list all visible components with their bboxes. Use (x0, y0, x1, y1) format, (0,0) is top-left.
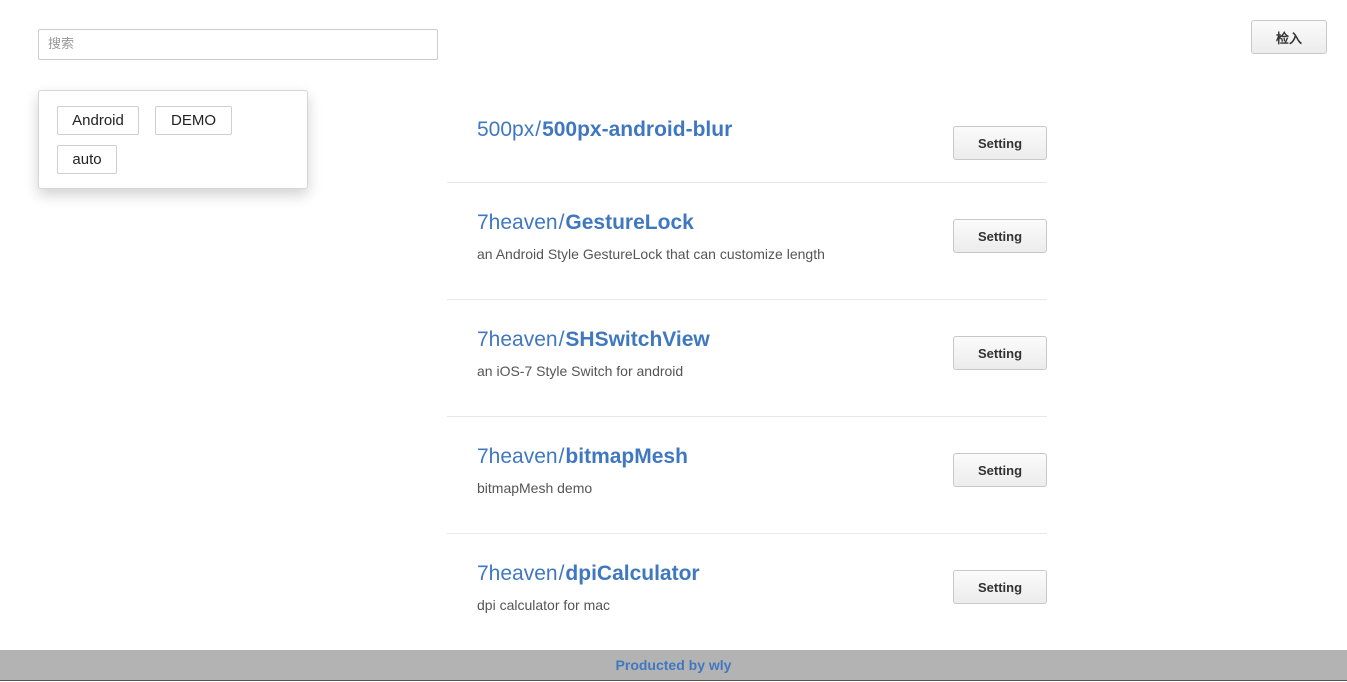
repo-owner: 7heaven (477, 211, 558, 234)
repo-description: bitmapMesh demo (477, 480, 593, 496)
repo-separator: / (558, 445, 565, 468)
repo-description: dpi calculator for mac (477, 597, 611, 613)
repo-item: 7heaven/GestureLock an Android Style Ges… (447, 183, 1047, 300)
setting-button[interactable]: Setting (953, 126, 1047, 160)
setting-button[interactable]: Setting (953, 336, 1047, 370)
tag-android[interactable]: Android (57, 106, 139, 135)
footer-text: Producted by wly (615, 657, 732, 673)
repo-separator: / (535, 118, 542, 141)
repo-name: dpiCalculator (565, 562, 700, 585)
repo-item: 7heaven/dpiCalculator dpi calculator for… (447, 534, 1047, 651)
repo-link[interactable]: 7heaven/dpiCalculator (477, 562, 700, 586)
repo-owner: 7heaven (477, 562, 558, 585)
setting-button[interactable]: Setting (953, 570, 1047, 604)
repo-description: an iOS-7 Style Switch for android (477, 363, 684, 379)
repo-item: 7heaven/SHSwitchView an iOS-7 Style Swit… (447, 300, 1047, 417)
repo-link[interactable]: 7heaven/GestureLock (477, 211, 694, 235)
repo-separator: / (558, 328, 565, 351)
page: 检入 Android DEMO auto 500px/500px-android… (0, 0, 1347, 682)
tags-panel: Android DEMO auto (38, 90, 308, 189)
repo-list: 500px/500px-android-blur Setting 7heaven… (447, 90, 1047, 651)
repo-name: GestureLock (565, 211, 694, 234)
setting-button[interactable]: Setting (953, 453, 1047, 487)
repo-description: an Android Style GestureLock that can cu… (477, 246, 825, 262)
tag-demo[interactable]: DEMO (155, 106, 232, 135)
setting-button[interactable]: Setting (953, 219, 1047, 253)
search-input[interactable] (38, 29, 438, 60)
repo-link[interactable]: 7heaven/bitmapMesh (477, 445, 688, 469)
repo-item: 500px/500px-android-blur Setting (447, 90, 1047, 183)
repo-link[interactable]: 7heaven/SHSwitchView (477, 328, 710, 352)
repo-owner: 7heaven (477, 445, 558, 468)
repo-separator: / (558, 562, 565, 585)
repo-name: 500px-android-blur (542, 118, 733, 141)
repo-name: bitmapMesh (565, 445, 688, 468)
repo-name: SHSwitchView (565, 328, 710, 351)
repo-owner: 500px (477, 118, 535, 141)
checkin-button[interactable]: 检入 (1251, 20, 1327, 54)
footer: Producted by wly (0, 650, 1347, 681)
repo-item: 7heaven/bitmapMesh bitmapMesh demo Setti… (447, 417, 1047, 534)
repo-link[interactable]: 500px/500px-android-blur (477, 118, 732, 142)
tag-auto[interactable]: auto (57, 145, 117, 174)
repo-separator: / (558, 211, 565, 234)
repo-owner: 7heaven (477, 328, 558, 351)
